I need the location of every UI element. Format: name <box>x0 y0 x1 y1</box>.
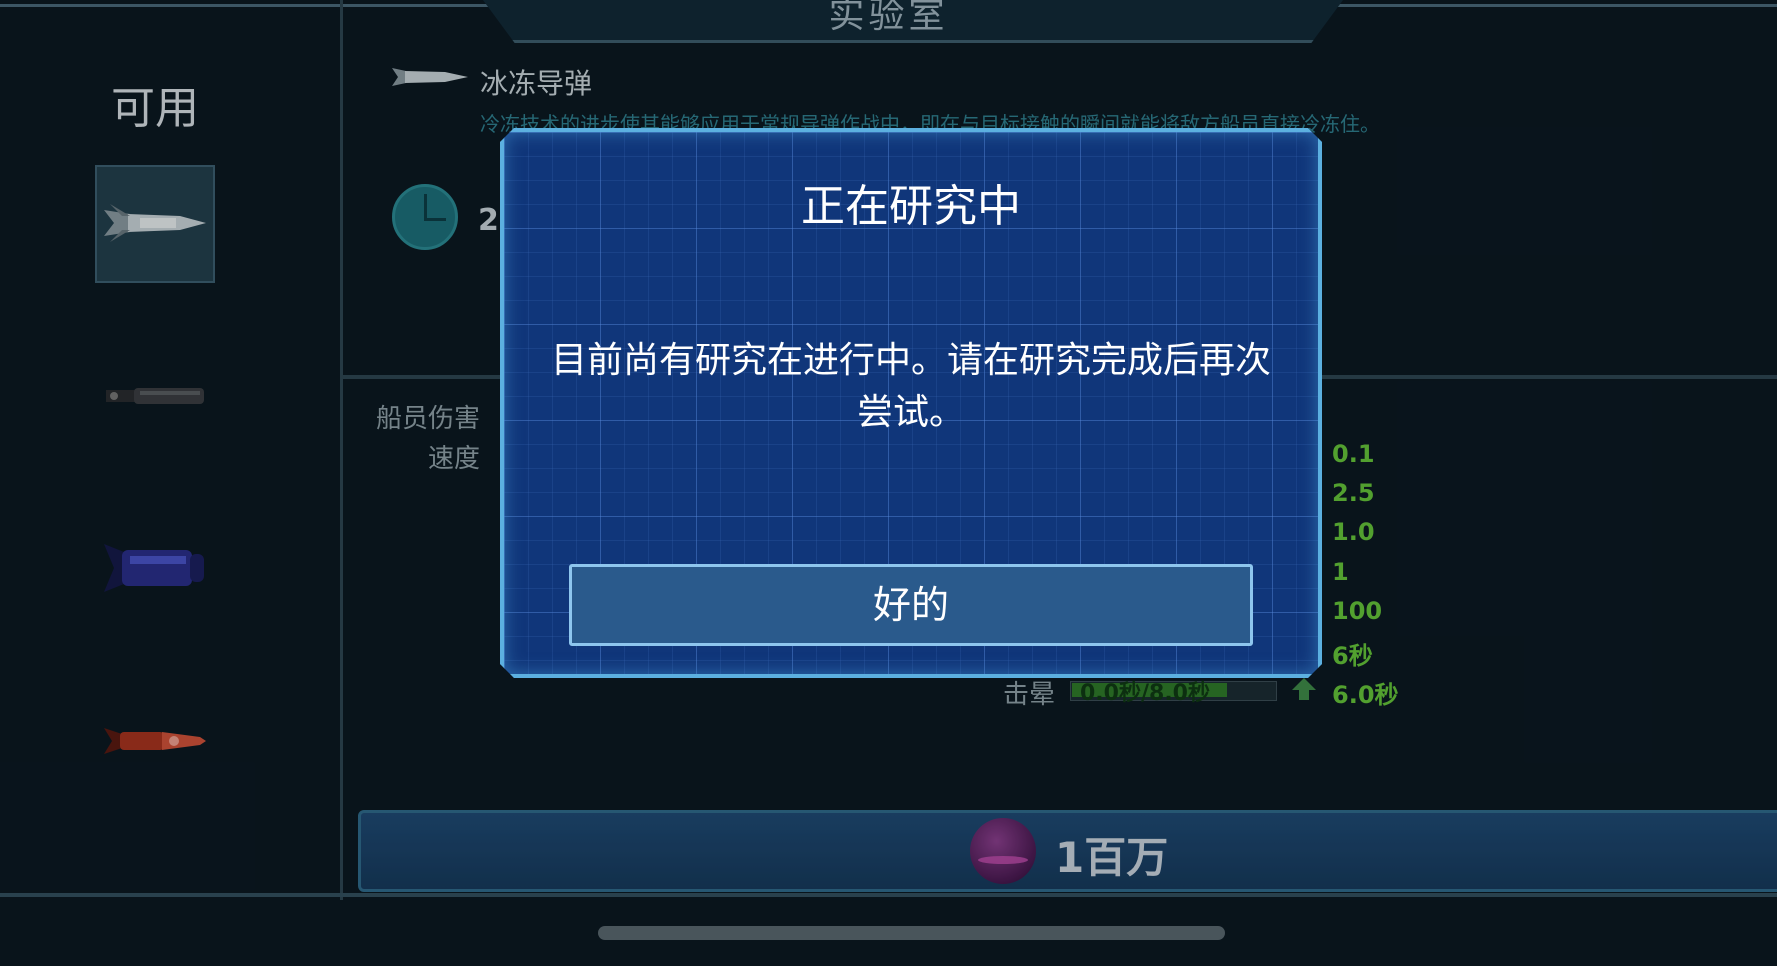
dialog-title: 正在研究中 <box>801 181 1021 232</box>
ok-button[interactable]: 好的 <box>569 564 1253 646</box>
dialog-message: 目前尚有研究在进行中。请在研究完成后再次 尝试。 <box>530 335 1292 439</box>
dialog-message-line: 尝试。 <box>856 392 965 433</box>
dialog-message-line: 目前尚有研究在进行中。请在研究完成后再次 <box>550 340 1271 381</box>
